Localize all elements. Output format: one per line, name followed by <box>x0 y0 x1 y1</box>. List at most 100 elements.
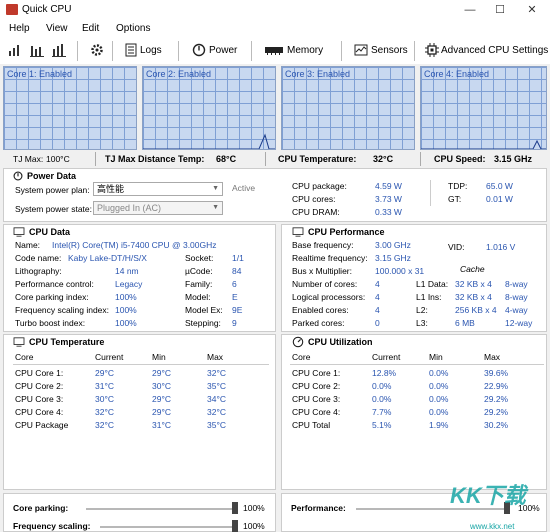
frequency-scaling-label: Frequency scaling: <box>13 521 91 531</box>
cpu-data-value: 14 nm <box>115 266 139 276</box>
table-cell: 31°C <box>95 381 114 391</box>
table-row-label: CPU Core 3: <box>292 394 341 404</box>
vid-value: 1.016 V <box>486 242 516 252</box>
power-plan-value: 高性能 <box>97 184 125 194</box>
power-icon[interactable] <box>192 43 206 57</box>
performance-label: Performance: <box>291 503 346 513</box>
core-parking-slider-handle[interactable] <box>232 502 238 514</box>
cpu-data-label: Name: <box>15 240 41 250</box>
core-3-graph: Core 3: Enabled <box>281 66 415 150</box>
table-cell: 29.2% <box>484 394 509 404</box>
cpu-package-value: 4.59 W <box>375 181 402 191</box>
power-button[interactable]: Power <box>209 45 237 56</box>
cpu-data-value: 6 <box>232 279 237 289</box>
table-cell: 30°C <box>152 381 171 391</box>
realtime-frequency-label: Realtime frequency: <box>292 253 368 263</box>
frequency-scaling-slider-handle[interactable] <box>232 520 238 532</box>
gear-icon[interactable] <box>90 43 104 57</box>
monitor-icon <box>292 227 304 237</box>
table-row-label: CPU Core 1: <box>15 368 64 378</box>
vid-label: VID: <box>448 242 465 252</box>
tj-distance-label: TJ Max Distance Temp: <box>105 154 205 164</box>
maximize-button[interactable]: ☐ <box>492 2 508 18</box>
bus-multiplier-value: 100.000 x 31 <box>375 266 425 276</box>
realtime-frequency-value: 3.15 GHz <box>375 253 411 263</box>
minimize-button[interactable]: — <box>462 2 478 18</box>
power-plan-dropdown[interactable]: 高性能 ▼ <box>93 182 223 196</box>
cache-ways-value: 4-way <box>505 305 528 315</box>
close-button[interactable]: ✕ <box>524 2 540 18</box>
frequency-scaling-slider[interactable] <box>100 526 236 528</box>
cache-ways-value: 8-way <box>505 292 528 302</box>
table-cell: 39.6% <box>484 368 509 378</box>
chevron-down-icon: ▼ <box>212 204 219 211</box>
power-data-title: Power Data <box>27 171 77 181</box>
table-cell: 29°C <box>152 368 171 378</box>
cpu-dram-value: 0.33 W <box>375 207 402 217</box>
table-header: Core <box>15 352 34 362</box>
menu-edit[interactable]: Edit <box>82 23 99 34</box>
cache-level-label: L1 Ins: <box>416 292 442 302</box>
table-row-label: CPU Core 1: <box>292 368 341 378</box>
cpu-perf-value: 4 <box>375 292 380 302</box>
cpu-data-label: Model Ex: <box>185 305 223 315</box>
cpu-data-label: Socket: <box>185 253 214 263</box>
cpu-perf-label: Enabled cores: <box>292 305 349 315</box>
power-plan-label: System power plan: <box>15 185 90 195</box>
cpu-data-value: Legacy <box>115 279 143 289</box>
cpu-cores-power-value: 3.73 W <box>375 194 402 204</box>
core-2-graph: Core 2: Enabled <box>142 66 276 150</box>
watermark-url: www.kkx.net <box>470 522 515 531</box>
table-header: Min <box>429 352 443 362</box>
cpu-perf-value: 4 <box>375 279 380 289</box>
cpu-data-value: 1/1 <box>232 253 244 263</box>
table-cell: 32°C <box>95 420 114 430</box>
table-cell: 34°C <box>207 394 226 404</box>
cpu-cores-power-label: CPU cores: <box>292 194 336 204</box>
logs-button[interactable]: Logs <box>140 45 162 56</box>
table-cell: 7.7% <box>372 407 392 417</box>
memory-icon[interactable] <box>264 43 284 57</box>
cpu-chip-icon[interactable] <box>425 43 439 57</box>
toolbar-separator <box>77 41 78 61</box>
logs-icon[interactable] <box>124 43 138 57</box>
toolbar-separator <box>251 41 252 61</box>
table-row-label: CPU Core 2: <box>292 381 341 391</box>
table-cell: 29°C <box>95 368 114 378</box>
cache-title: Cache <box>460 264 485 274</box>
menu-view[interactable]: View <box>46 23 68 34</box>
table-header: Min <box>152 352 166 362</box>
table-cell: 1.9% <box>429 420 449 430</box>
cache-ways-value: 8-way <box>505 279 528 289</box>
advanced-cpu-settings-button[interactable]: Advanced CPU Settings <box>441 45 548 56</box>
cache-ways-value: 12-way <box>505 318 533 328</box>
cache-level-label: L2: <box>416 305 428 315</box>
memory-button[interactable]: Memory <box>287 45 323 56</box>
cpu-temperature-title: CPU Temperature <box>29 337 105 347</box>
cpu-perf-label: Parked cores: <box>292 318 345 328</box>
menu-options[interactable]: Options <box>116 23 150 34</box>
cpu-data-label: Lithography: <box>15 266 62 276</box>
cpu-data-label: Frequency scaling index: <box>15 305 110 315</box>
sensors-icon[interactable] <box>354 43 368 57</box>
core-parking-value: 100% <box>243 503 265 513</box>
table-cell: 29°C <box>152 407 171 417</box>
core-1-graph-label: Core 1: Enabled <box>7 69 73 79</box>
menu-help[interactable]: Help <box>9 23 30 34</box>
gt-value: 0.01 W <box>486 194 513 204</box>
core-parking-slider[interactable] <box>86 508 236 510</box>
table-cell: 31°C <box>152 420 171 430</box>
cpu-data-label: Family: <box>185 279 213 289</box>
table-cell: 22.9% <box>484 381 509 391</box>
bar-chart-small-icon[interactable] <box>8 43 22 57</box>
cpu-data-label: Stepping: <box>185 318 221 328</box>
sensors-button[interactable]: Sensors <box>371 45 408 56</box>
table-header: Core <box>292 352 311 362</box>
app-icon <box>6 4 18 15</box>
table-row-label: CPU Core 3: <box>15 394 64 404</box>
cache-level-label: L1 Data: <box>416 279 449 289</box>
bar-chart-medium-icon[interactable] <box>30 43 44 57</box>
bar-chart-large-icon[interactable] <box>52 43 66 57</box>
cpu-data-value: 9 <box>232 318 237 328</box>
cpu-data-label: Core parking index: <box>15 292 89 302</box>
